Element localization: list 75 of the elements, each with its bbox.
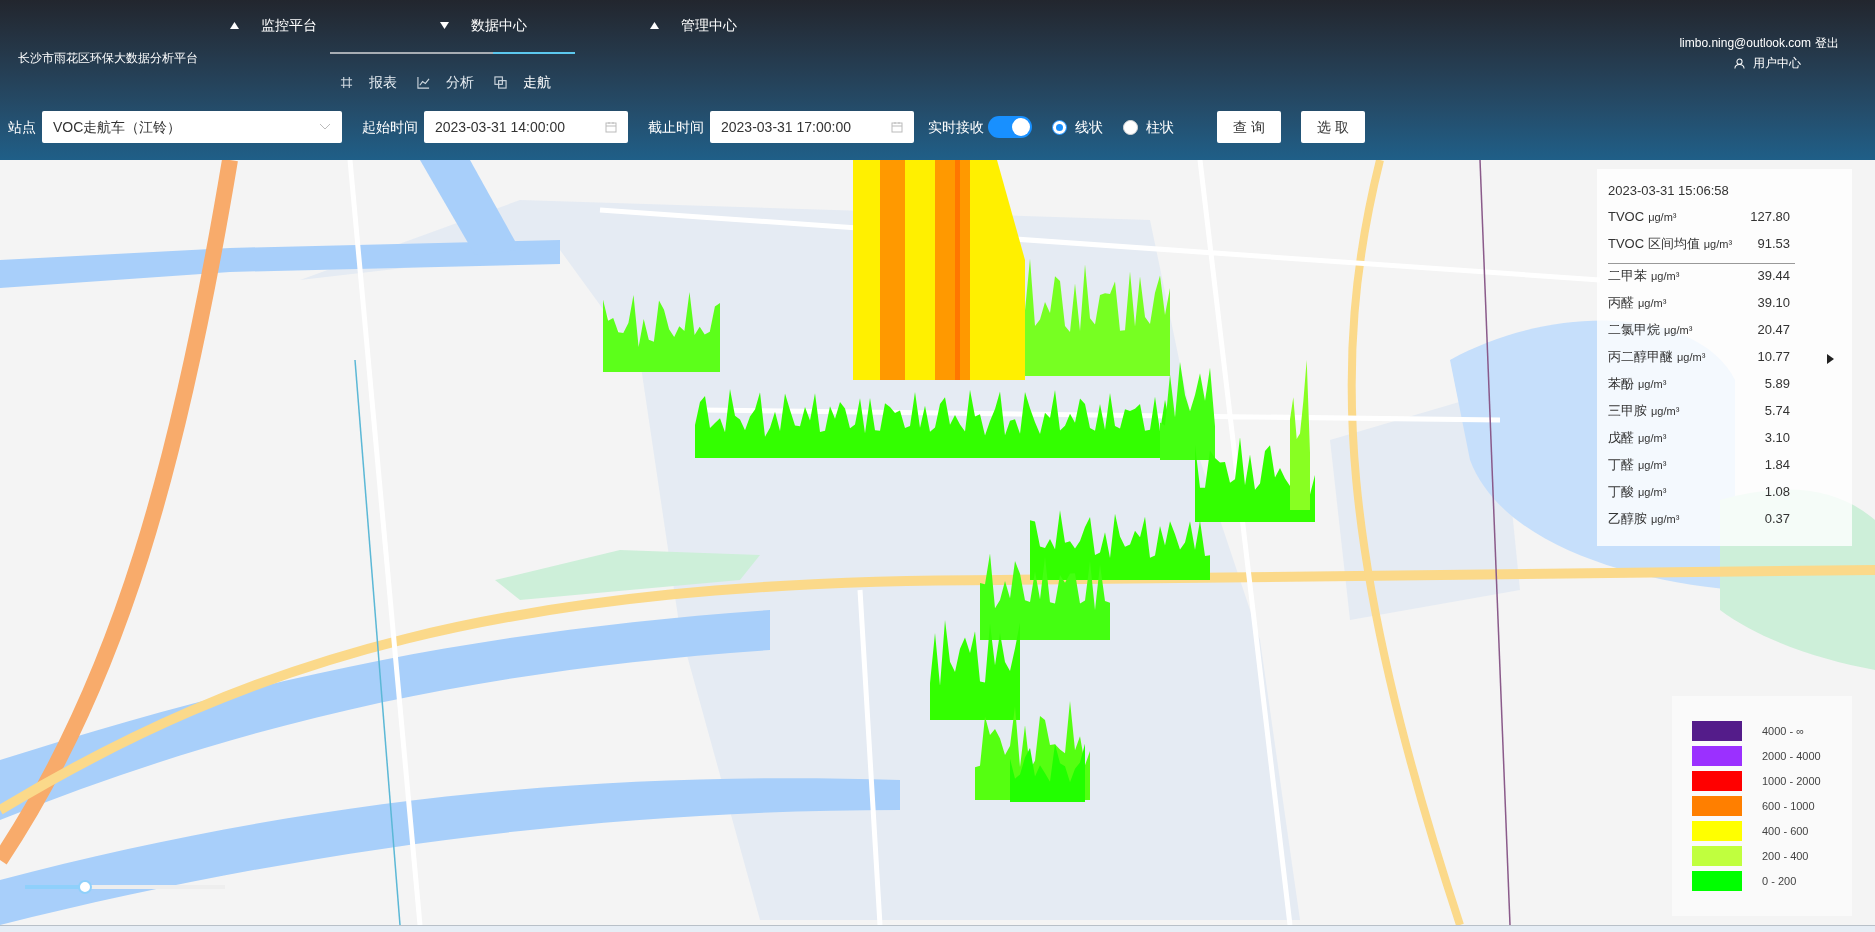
legend-label: 4000 - ∞ [1762,723,1805,739]
unit-label: μg/m³ [1664,322,1693,338]
station-label: 站点 [8,117,36,137]
chart-type-radio[interactable]: 柱状 [1123,116,1174,138]
pollutant-name: 三甲胺 [1608,401,1647,420]
legend-label: 200 - 400 [1762,848,1809,864]
end-time-field[interactable]: 2023-03-31 17:00:00 [710,111,914,143]
pollutant-name: 乙醇胺 [1608,509,1647,528]
chevron-down-icon [319,123,331,131]
realtime-toggle[interactable] [988,116,1032,138]
start-time-field[interactable]: 2023-03-31 14:00:00 [424,111,628,143]
copy-icon [494,76,507,89]
nav-menu-item[interactable]: 监控平台 [230,14,440,36]
pollutant-value: 0.37 [1764,509,1790,528]
pollutant-value: 39.44 [1757,266,1790,285]
subnav-tab[interactable]: 报表 [340,72,397,93]
pollutant-value: 10.77 [1757,347,1790,366]
legend-label: 400 - 600 [1762,823,1809,839]
unit-label: μg/m³ [1638,430,1667,446]
pollutant-name: TVOC 区间均值 [1608,234,1700,253]
platform-title: 长沙市雨花区环保大数据分析平台 [18,51,198,65]
pollutant-name: 丁醛 [1608,455,1634,474]
unit-label: μg/m³ [1651,268,1680,284]
pollutant-value: 39.10 [1757,293,1790,312]
subnav-tab[interactable]: 走航 [494,72,551,93]
legend-label: 2000 - 4000 [1762,748,1821,764]
unit-label: μg/m³ [1651,403,1680,419]
pollutant-name: 戊醛 [1608,428,1634,447]
pollutant-value: 5.89 [1764,374,1790,393]
unit-label: μg/m³ [1648,209,1677,225]
user-center-link[interactable]: 用户中心 [1734,54,1801,72]
pollutant-value: 1.08 [1764,482,1790,501]
realtime-label: 实时接收 [928,117,984,137]
calendar-icon [891,121,903,133]
pollutant-value: 91.53 [1757,234,1790,253]
action-button[interactable]: 选 取 [1301,111,1365,143]
legend-label: 600 - 1000 [1762,798,1815,814]
user-email: limbo.ning@outlook.com [1679,35,1811,52]
calendar-icon [605,121,617,133]
unit-label: μg/m³ [1703,236,1733,252]
unit-label: μg/m³ [1638,376,1667,392]
action-button[interactable]: 查 询 [1217,111,1281,143]
subnav-tab[interactable]: 分析 [417,72,474,93]
pollutant-name: 丁酸 [1608,482,1634,501]
pollutant-name: 苯酚 [1608,374,1634,393]
pollutant-value: 1.84 [1764,455,1790,474]
station-select[interactable]: VOC走航车（江铃） [42,111,342,143]
pollutant-name: TVOC [1608,207,1645,226]
pollutant-name: 丙二醇甲醚 [1608,347,1673,366]
end-time-label: 截止时间 [648,117,704,137]
chart-type-radio[interactable]: 线状 [1052,116,1103,138]
pollutant-name: 二甲苯 [1608,266,1647,285]
pollutant-value: 20.47 [1757,320,1790,339]
unit-label: μg/m³ [1638,457,1667,473]
start-time-label: 起始时间 [362,117,418,137]
nav-menu-item[interactable]: 管理中心 [650,14,860,36]
pointer-triangle-icon [1827,353,1834,364]
unit-label: μg/m³ [1638,295,1667,311]
grid-icon [340,76,353,89]
pollutant-value: 127.80 [1750,207,1790,226]
legend-label: 0 - 200 [1762,873,1797,889]
line-chart-icon [417,76,430,89]
nav-menu-item[interactable]: 数据中心 [440,14,650,36]
unit-label: μg/m³ [1638,484,1667,500]
pollutant-name: 丙醛 [1608,293,1634,312]
pollutant-value: 5.74 [1764,401,1790,420]
unit-label: μg/m³ [1651,511,1680,527]
user-icon [1734,57,1745,69]
zoom-slider[interactable] [25,880,225,894]
pollutant-value: 3.10 [1764,428,1790,447]
logout-link[interactable]: 登出 [1815,34,1839,52]
legend-label: 1000 - 2000 [1762,773,1821,789]
timestamp: 2023-03-31 15:06:58 [1608,182,1730,200]
pollutant-name: 二氯甲烷 [1608,320,1660,339]
unit-label: μg/m³ [1677,349,1706,365]
